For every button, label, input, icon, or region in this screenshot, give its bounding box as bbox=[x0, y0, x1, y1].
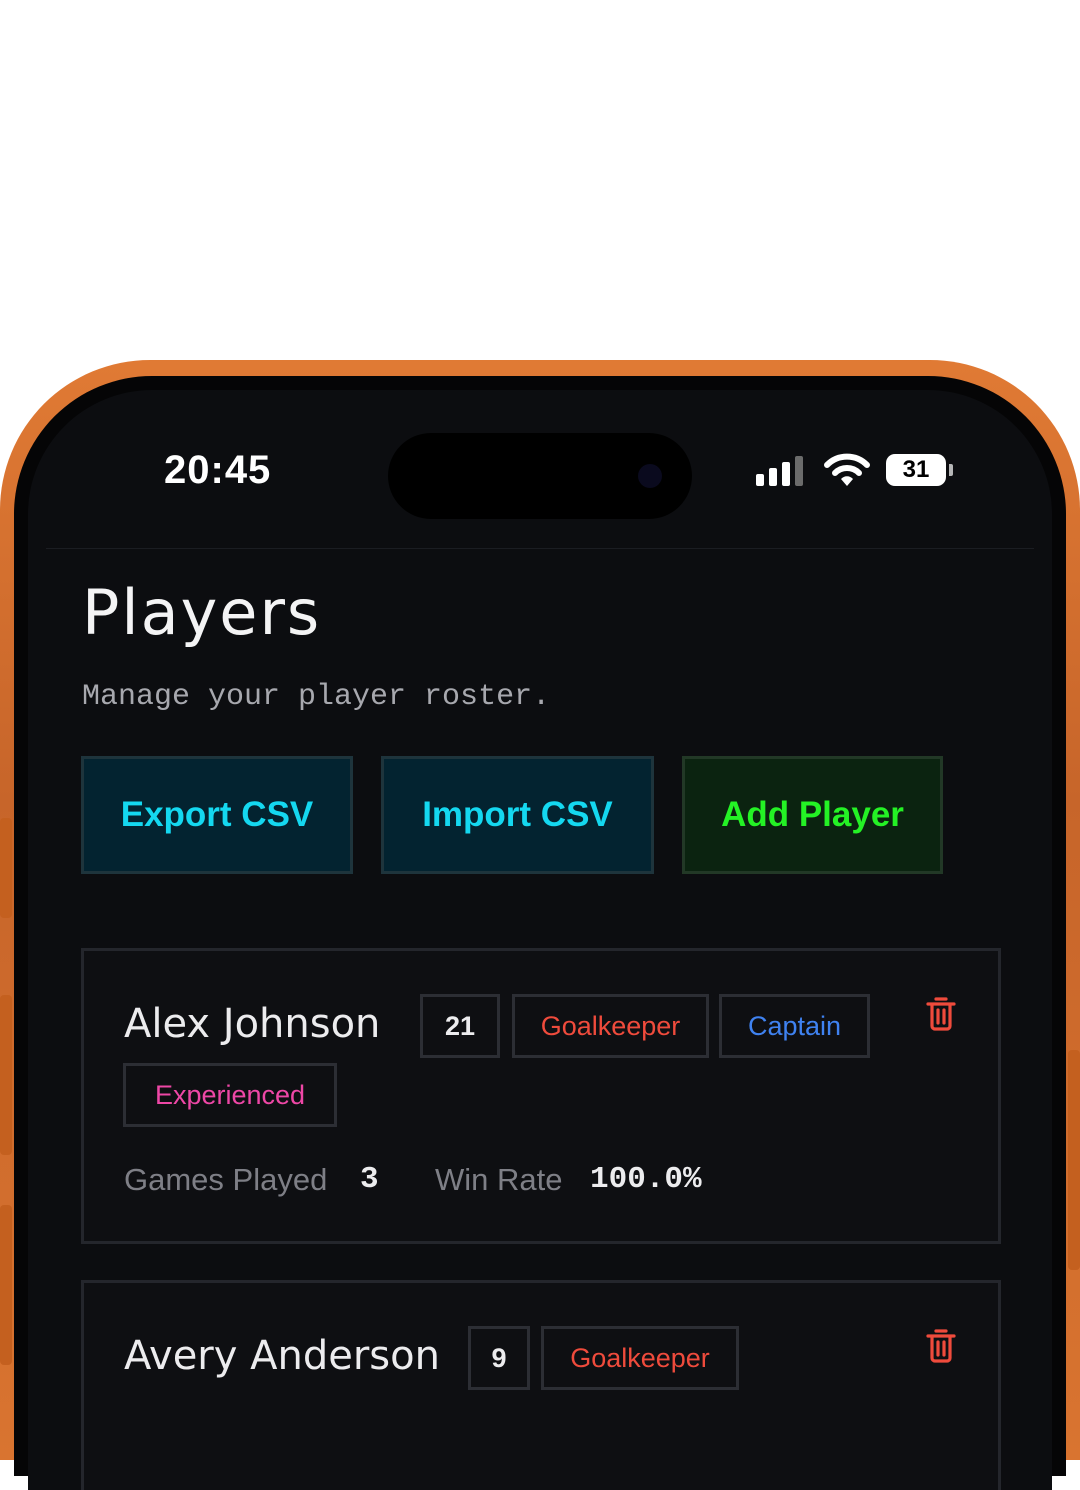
win-rate-value: 100.0% bbox=[590, 1162, 702, 1197]
games-played-label: Games Played bbox=[124, 1162, 328, 1197]
add-player-button[interactable]: Add Player bbox=[682, 756, 943, 874]
jersey-number-badge: 9 bbox=[468, 1326, 530, 1390]
phone-power-button bbox=[1068, 1050, 1080, 1270]
phone-screen: 20:45 31 Players Manage your player rost… bbox=[28, 390, 1052, 1490]
player-name: Avery Anderson bbox=[124, 1333, 440, 1379]
jersey-number-badge: 21 bbox=[420, 994, 500, 1058]
player-card[interactable]: Avery Anderson 9 Goalkeeper bbox=[81, 1280, 1001, 1490]
player-card[interactable]: Alex Johnson 21 Goalkeeper Captain Exper… bbox=[81, 948, 1001, 1244]
wifi-icon bbox=[824, 453, 870, 486]
phone-action-button bbox=[0, 818, 12, 918]
games-played-value: 3 bbox=[360, 1162, 379, 1197]
win-rate-label: Win Rate bbox=[435, 1162, 563, 1197]
phone-volume-down-button bbox=[0, 1205, 12, 1365]
phone-volume-up-button bbox=[0, 995, 12, 1155]
battery-level: 31 bbox=[902, 456, 930, 483]
trash-icon[interactable] bbox=[925, 995, 957, 1031]
header-divider bbox=[46, 548, 1034, 549]
import-csv-button[interactable]: Import CSV bbox=[381, 756, 654, 874]
position-badge: Goalkeeper bbox=[512, 994, 709, 1058]
position-badge: Goalkeeper bbox=[541, 1326, 739, 1390]
battery-icon: 31 bbox=[886, 454, 946, 486]
captain-badge: Captain bbox=[719, 994, 870, 1058]
trash-icon[interactable] bbox=[925, 1327, 957, 1363]
page-subtitle: Manage your player roster. bbox=[82, 680, 551, 714]
player-name: Alex Johnson bbox=[124, 1001, 381, 1047]
export-csv-button[interactable]: Export CSV bbox=[81, 756, 353, 874]
experience-badge: Experienced bbox=[123, 1063, 337, 1127]
front-camera bbox=[638, 464, 662, 488]
status-bar: 20:45 31 bbox=[28, 390, 1052, 550]
dynamic-island bbox=[388, 433, 692, 519]
cellular-signal-icon bbox=[756, 456, 803, 486]
status-time: 20:45 bbox=[164, 448, 272, 492]
battery-tip bbox=[949, 464, 953, 476]
page-title: Players bbox=[82, 576, 322, 649]
